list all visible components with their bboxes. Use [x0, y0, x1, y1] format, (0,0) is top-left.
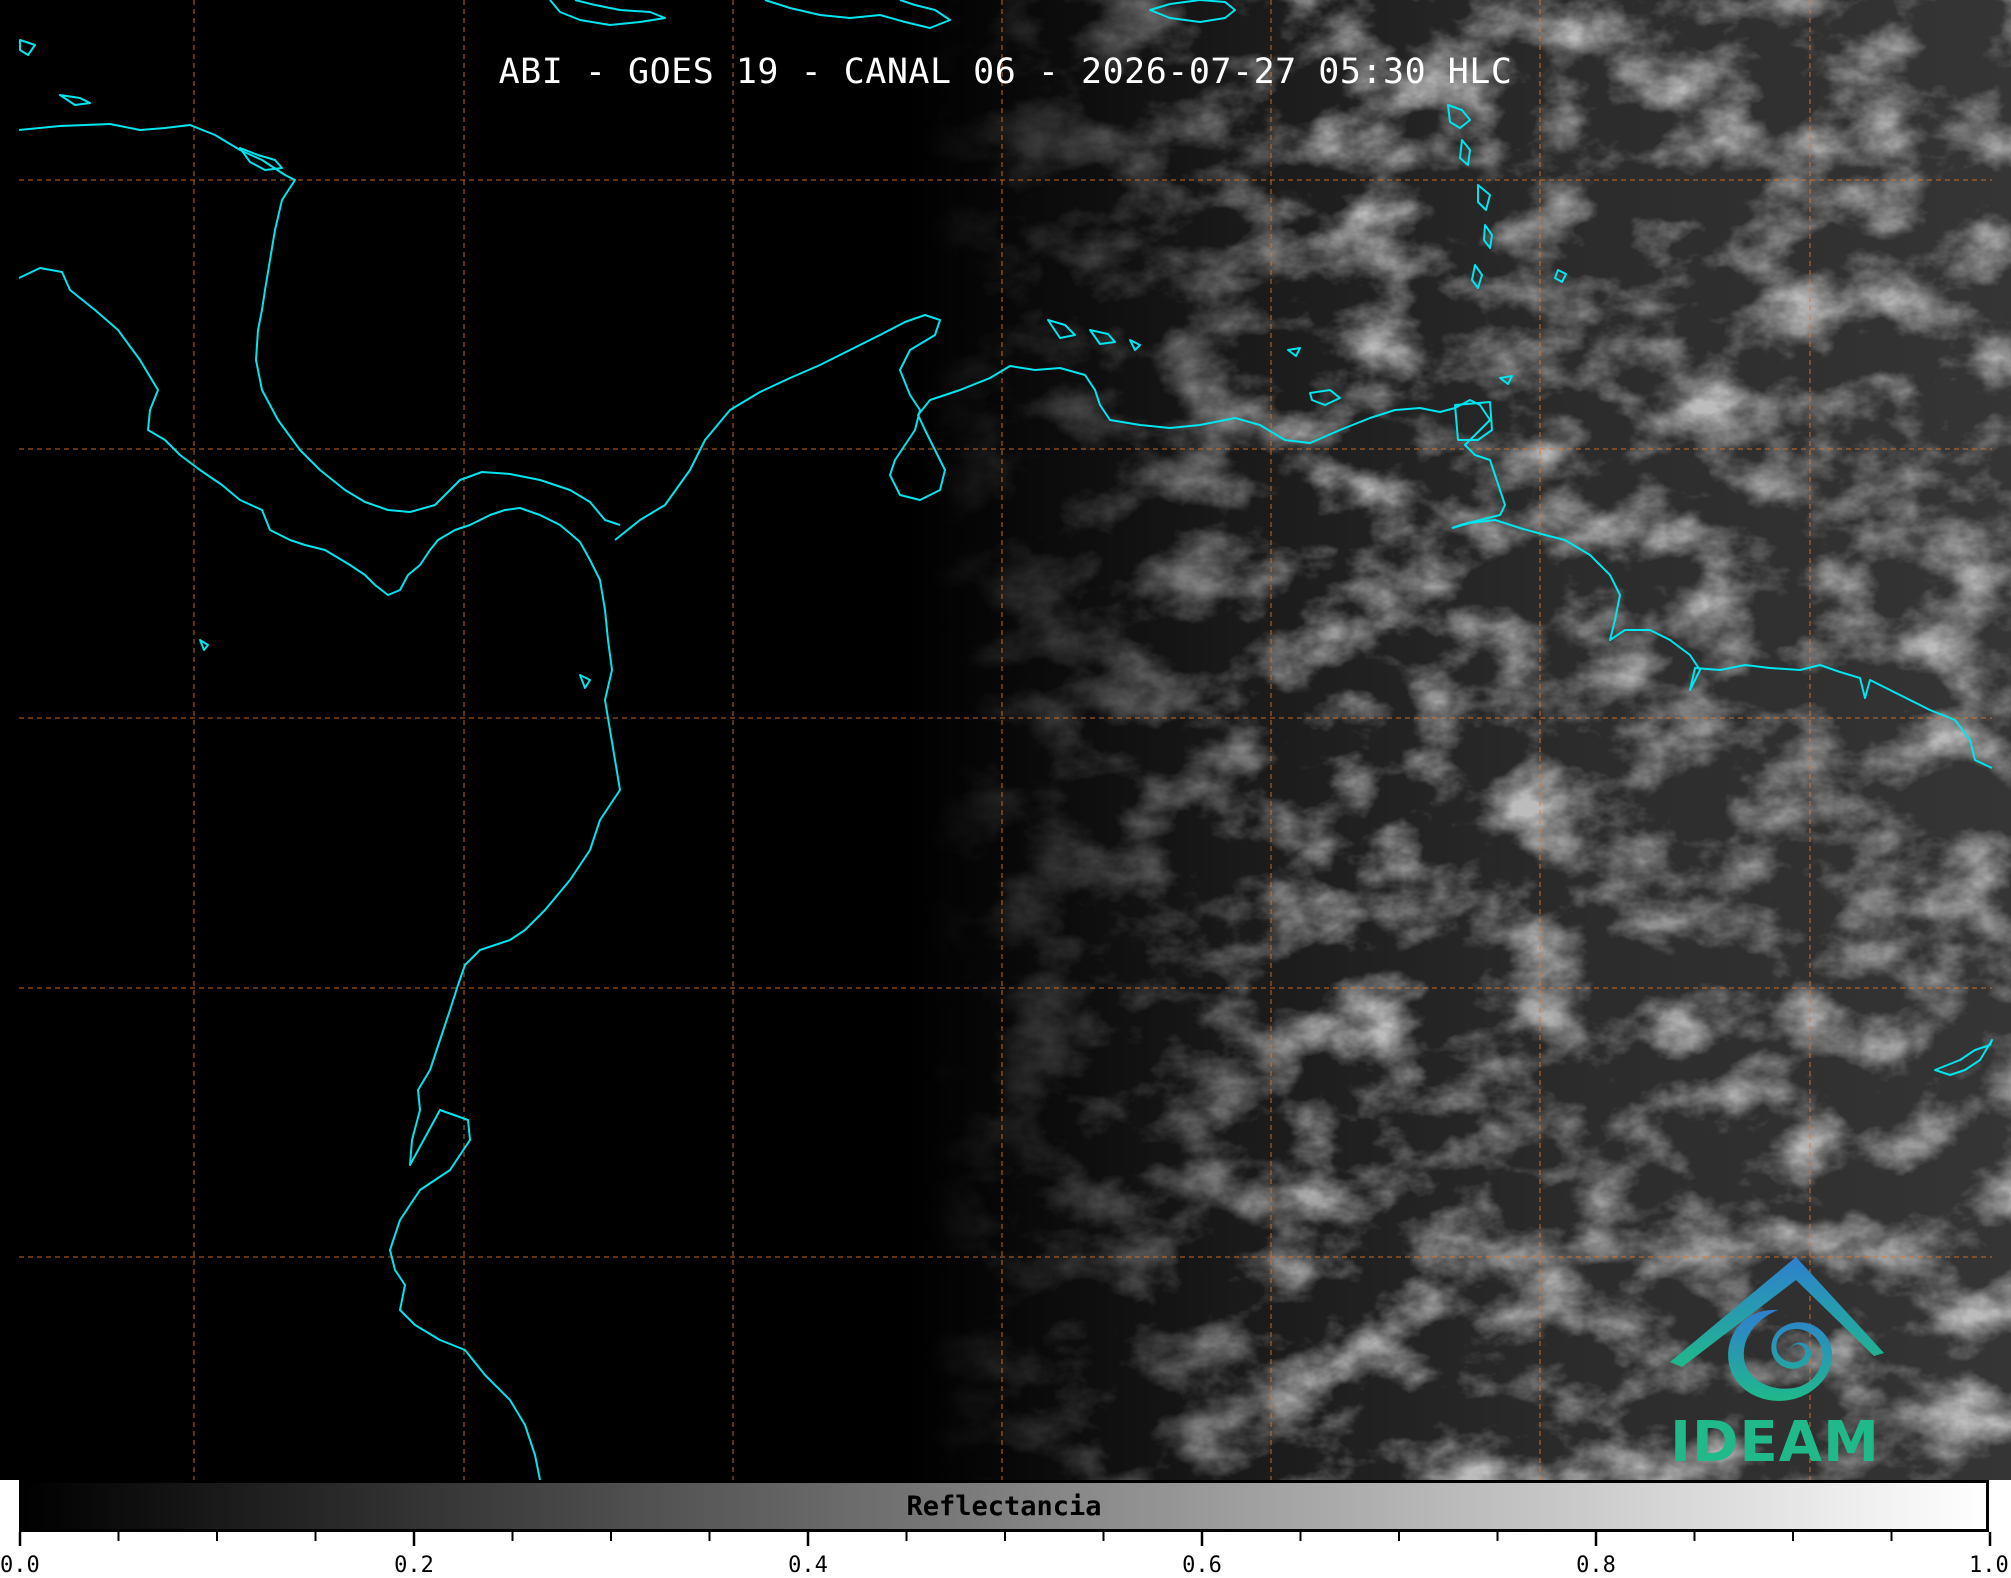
tick-label: 1.0	[1969, 1553, 2009, 1578]
tick-label: 0.2	[394, 1553, 434, 1578]
ideam-emblem-icon	[1670, 1257, 1884, 1401]
colorbar-label: Reflectancia	[906, 1490, 1102, 1522]
tick-label: 0.6	[1182, 1553, 1222, 1578]
tick-label: 0.8	[1576, 1553, 1616, 1578]
colorbar: Reflectancia	[19, 1480, 1989, 1532]
tick-label: 0.4	[788, 1553, 828, 1578]
logo-text: IDEAM	[1670, 1410, 1880, 1475]
logo-mountain	[1670, 1257, 1884, 1367]
colorbar-ticks: 0.0 0.2 0.4 0.6 0.8 1.0	[0, 1532, 2011, 1578]
satellite-map: ABI - GOES 19 - CANAL 06 - 2026-07-27 05…	[0, 0, 2011, 1480]
logo-swirl	[1728, 1309, 1833, 1401]
tick-marks	[18, 1532, 1992, 1546]
ideam-logo: IDEAM	[1660, 1250, 1890, 1475]
tick-label: 0.0	[0, 1553, 40, 1578]
